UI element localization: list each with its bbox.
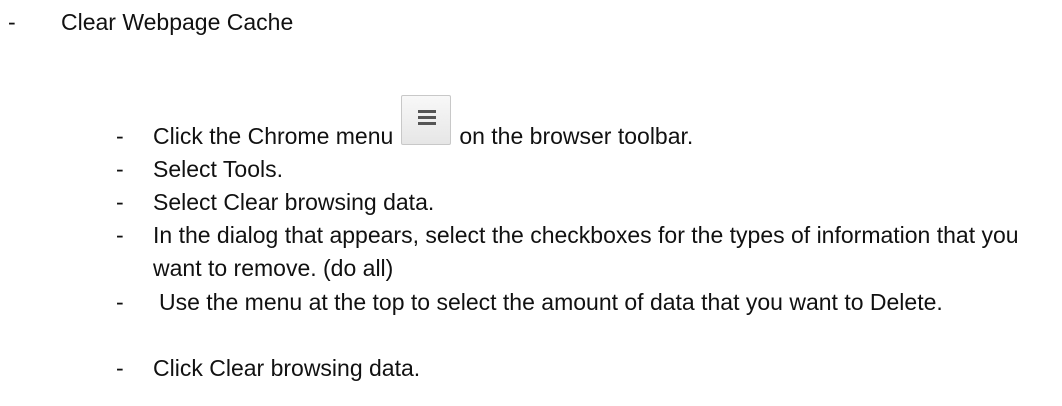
bullet-dash: - (116, 355, 124, 381)
step-text: In the dialog that appears, select the c… (153, 222, 1019, 281)
bullet-dash: - (116, 222, 124, 248)
step-text: Use the menu at the top to select the am… (159, 289, 943, 315)
step-text: Select Tools. (153, 156, 283, 182)
step-text-before: Click the Chrome menu (153, 123, 394, 149)
bullet-dash: - (116, 123, 124, 149)
bullet-dash: - (116, 156, 124, 182)
chrome-menu-icon (401, 95, 452, 145)
bullet-dash: - (8, 9, 16, 35)
step-text-after: on the browser toolbar. (459, 123, 694, 149)
step-text: Select Clear browsing data. (153, 189, 435, 215)
bullet-dash: - (116, 289, 124, 315)
step-text: Click Clear browsing data. (153, 355, 421, 381)
step-text: Click the Chrome menu on the browser tool… (153, 95, 694, 153)
bullet-dash: - (116, 189, 124, 215)
heading-text: Clear Webpage Cache (61, 9, 294, 35)
